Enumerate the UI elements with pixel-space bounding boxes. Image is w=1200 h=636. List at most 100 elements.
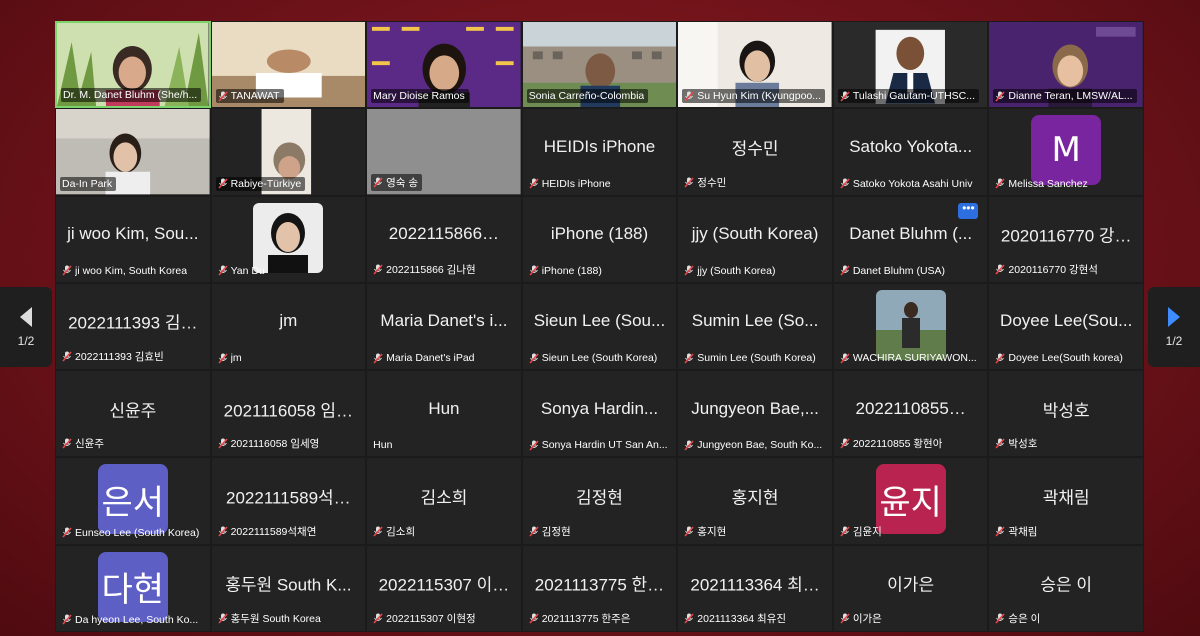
participant-name-label: 2021113775 한주은 [527,610,635,627]
microphone-muted-icon [840,526,850,537]
participant-tile[interactable]: 다현 Da hyeon Lee, South Ko... [55,544,211,632]
participant-tile[interactable]: 이가은 이가은 [832,544,989,632]
participant-tile[interactable]: WACHIRA SURIYAWON... [832,282,989,371]
previous-page-button[interactable]: 1/2 [0,287,52,367]
participant-tile[interactable]: Da-In Park [55,108,211,196]
participant-name-text: 2021116058 임세영 [230,438,320,451]
microphone-muted-icon [217,438,228,449]
participant-name-text: Rabiye-Türkiye [230,177,302,190]
participant-tile[interactable]: 2022111589석… 2022111589석채연 [210,457,367,545]
participant-tile[interactable]: Hun Hun [366,370,522,458]
participant-name-label: 김윤지 [838,523,886,540]
microphone-muted-icon [217,613,228,624]
participant-display-name: Jungyeon Bae,... [691,398,819,418]
participant-tile[interactable]: 홍두원 South K... 홍두원 South Korea [210,544,367,632]
participant-tile[interactable]: Danet Bluhm (... ••• Danet Bluhm (USA) [832,195,989,283]
participant-name-text: jjy (South Korea) [697,264,776,277]
participant-name-label: jm [216,351,246,365]
participant-tile[interactable]: Dianne Teran, LMSW/AL... [988,21,1144,109]
participant-name-label: 박성호 [993,435,1041,452]
participant-tile[interactable]: iPhone (188) iPhone (188) [521,195,678,283]
participant-tile[interactable]: 2022115866… 2022115866 김나현 [366,195,522,283]
participant-tile[interactable]: 김정현 김정현 [521,457,678,545]
participant-name-text: 김윤지 [852,525,882,538]
participant-name-text: 홍지현 [697,525,727,538]
participant-display-name: jm [279,311,298,331]
participant-name-label: Satoko Yokota Asahi Univ [838,177,977,191]
chevron-left-icon [20,307,32,327]
microphone-muted-icon [217,353,228,364]
participant-display-name: Sumin Lee (So... [691,311,819,331]
participant-name-text: 박성호 [1008,438,1038,451]
participant-tile[interactable]: 신윤주 신윤주 [55,370,211,458]
participant-display-name: 2020116770 강… [1000,226,1132,246]
more-options-button[interactable]: ••• [958,202,979,219]
participant-name-text: 2022115866 김나현 [386,263,476,276]
participant-tile[interactable]: 2021116058 임… 2021116058 임세영 [210,370,367,458]
participant-tile[interactable]: Tulashi Gautam-UTHSC... [832,21,989,109]
participant-tile[interactable]: Su Hyun Kim (Kyungpoo... [677,21,833,109]
page-indicator-left: 1/2 [17,334,35,348]
participant-tile[interactable]: jm jm [210,282,367,371]
microphone-muted-icon [840,265,850,276]
participant-tile[interactable]: Maria Danet's i... Maria Danet's iPad [366,282,522,371]
participant-tile[interactable]: 윤지 김윤지 [832,457,989,545]
participant-tile[interactable]: Sonya Hardin... Sonya Hardin UT San An... [521,370,678,458]
participant-display-name: jjy (South Korea) [691,224,819,244]
participant-name-text: 홍두원 South Korea [230,612,321,625]
microphone-muted-icon [684,613,694,624]
participant-name-text: Satoko Yokota Asahi Univ [852,177,973,190]
participant-name-text: Hun [373,439,393,452]
participant-tile[interactable]: 은서 Eunseo Lee (South Korea) [55,457,211,545]
participant-name-text: Jungyeon Bae, South Ko... [697,439,823,452]
microphone-muted-icon [373,177,383,188]
participant-tile[interactable]: Satoko Yokota... Satoko Yokota Asahi Univ [832,108,989,196]
microphone-muted-icon [840,438,850,449]
microphone-muted-icon [62,614,72,626]
microphone-muted-icon [529,178,539,189]
participant-name-text: 2022115307 이현정 [386,612,476,625]
participant-tile[interactable]: TANAWAT [210,21,367,109]
participant-tile[interactable]: 영숙 송 [366,108,522,196]
microphone-muted-icon [684,91,694,102]
participant-tile[interactable]: 2021113364 최… 2021113364 최유진 [677,544,833,632]
participant-tile[interactable]: Dr. M. Danet Bluhm (She/h... [55,21,211,109]
microphone-muted-icon [373,526,383,537]
participant-name-label: Da hyeon Lee, South Ko... [60,613,202,627]
participant-tile[interactable]: 2020116770 강… 2020116770 강현석 [988,195,1144,283]
participant-name-label: Danet Bluhm (USA) [838,264,949,278]
participant-tile[interactable]: 홍지현 홍지현 [677,457,833,545]
participant-name-text: 2022111393 김효빈 [75,351,164,364]
avatar: 은서 [97,464,168,535]
participant-tile[interactable]: Jungyeon Bae,... Jungyeon Bae, South Ko..… [677,370,833,458]
participant-tile[interactable]: Doyee Lee(Sou... Doyee Lee(South korea) [988,282,1144,371]
participant-tile[interactable]: 2022115307 이… 2022115307 이현정 [366,544,522,632]
participant-display-name: iPhone (188) [550,224,649,244]
participant-tile[interactable]: 2022111393 김… 2022111393 김효빈 [55,282,211,371]
participant-tile[interactable]: Rabiye-Türkiye [210,108,367,196]
participant-display-name: 김소희 [420,488,468,508]
participant-tile[interactable]: 승은 이 승은 이 [988,544,1144,632]
participant-tile[interactable]: HEIDIs iPhone HEIDIs iPhone [521,108,678,196]
next-page-button[interactable]: 1/2 [1148,287,1200,367]
participant-tile[interactable]: 정수민 정수민 [677,108,833,196]
microphone-muted-icon [995,613,1006,624]
participant-tile[interactable]: Yan Du [210,195,367,283]
participant-tile[interactable]: 박성호 박성호 [988,370,1144,458]
participant-tile[interactable]: Sonia Carreño-Colombia [521,21,678,109]
participant-tile[interactable]: 김소희 김소희 [366,457,522,545]
participant-name-label: Dr. M. Danet Bluhm (She/h... [61,88,202,103]
participant-tile[interactable]: 2022110855… 2022110855 황현아 [832,370,989,458]
participant-tile[interactable]: 2021113775 한… 2021113775 한주은 [521,544,678,632]
participant-tile[interactable]: ji woo Kim, Sou... ji woo Kim, South Kore… [55,195,211,283]
participant-name-label: TANAWAT [215,89,284,104]
participant-tile[interactable]: Sumin Lee (So... Sumin Lee (South Korea) [677,282,833,371]
participant-tile[interactable]: 곽채림 곽채림 [988,457,1144,545]
profile-photo [875,289,946,360]
microphone-muted-icon [840,178,850,189]
microphone-muted-icon [62,527,72,538]
participant-tile[interactable]: Mary Dioise Ramos [366,21,522,109]
participant-tile[interactable]: Sieun Lee (Sou... Sieun Lee (South Korea) [521,282,678,371]
participant-tile[interactable]: M Melissa Sanchez [988,108,1144,196]
participant-tile[interactable]: jjy (South Korea) jjy (South Korea) [677,195,833,283]
